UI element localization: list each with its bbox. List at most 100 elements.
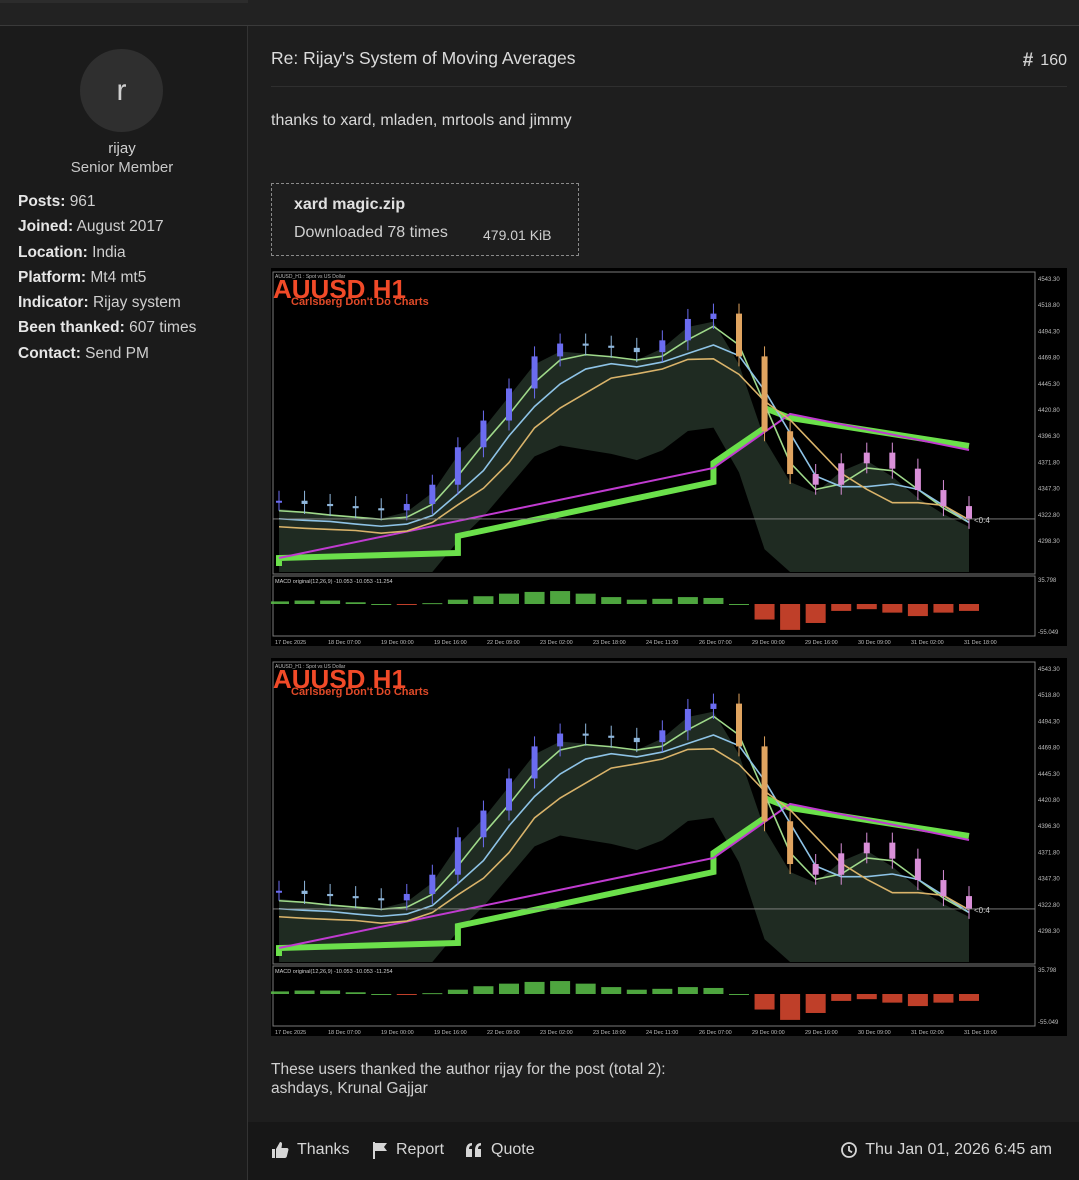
stat-contact: Contact: Send PM	[18, 343, 244, 368]
candle-body	[684, 318, 691, 341]
candle-body	[301, 890, 308, 894]
y-tick-label: 4298.30	[1038, 539, 1060, 545]
stat-value: August 2017	[76, 218, 164, 236]
candle-body	[327, 893, 334, 897]
macd-bar	[959, 604, 979, 611]
y-tick-label: 4347.30	[1038, 487, 1060, 493]
post-timestamp[interactable]: Thu Jan 01, 2026 6:45 am	[841, 1141, 1052, 1159]
macd-bar	[294, 990, 315, 994]
macd-bar	[345, 602, 366, 604]
macd-bar	[882, 604, 903, 613]
x-tick-label: 26 Dec 07:00	[699, 1030, 732, 1036]
post-title[interactable]: Re: Rijay's System of Moving Averages	[271, 48, 576, 69]
stat-posts: Posts: 961	[18, 191, 244, 216]
macd-bar	[780, 994, 801, 1020]
candle-body	[301, 500, 308, 504]
x-tick-label: 29 Dec 16:00	[805, 1030, 838, 1036]
candle-body	[710, 703, 717, 709]
report-label: Report	[396, 1141, 445, 1158]
author-username[interactable]: rijay	[0, 140, 244, 157]
thanks-label: Thanks	[297, 1141, 350, 1158]
post-footer: Thanks Report Quote Thu Jan 01, 2026 6:4…	[248, 1122, 1079, 1180]
stat-value: Mt4 mt5	[90, 268, 147, 286]
thanked-summary: These users thanked the author rijay for…	[271, 1061, 666, 1078]
thanked-names[interactable]: ashdays, Krunal Gajjar	[271, 1079, 666, 1098]
candle-body	[940, 490, 947, 507]
macd-bar	[524, 981, 545, 994]
candle-body	[608, 345, 615, 348]
attachment-filename[interactable]: xard magic.zip	[294, 196, 405, 214]
candle-body	[378, 898, 385, 901]
post-container: Re: Rijay's System of Moving Averages # …	[248, 26, 1079, 1180]
y-tick-label: 4298.30	[1038, 929, 1060, 935]
candle-body	[812, 864, 819, 875]
clock-icon	[841, 1142, 858, 1158]
stat-indicator: Indicator: Rijay system	[18, 292, 244, 317]
author-stats: Posts: 961 Joined: August 2017 Location:…	[18, 191, 244, 368]
macd-bar	[371, 604, 392, 605]
candle-body	[454, 447, 461, 485]
stat-platform: Platform: Mt4 mt5	[18, 267, 244, 292]
candle-body	[582, 343, 589, 346]
y-tick-label: 4396.30	[1038, 824, 1060, 830]
quote-button[interactable]: Quote	[465, 1141, 535, 1159]
attachment-size: 479.01 KiB	[483, 227, 552, 243]
stat-label: Been thanked:	[18, 319, 125, 337]
macd-bar	[729, 604, 749, 605]
chart-subtitle: Carlsberg Don't Do Charts	[291, 296, 429, 308]
report-button[interactable]: Report	[372, 1141, 444, 1159]
timestamp-text: Thu Jan 01, 2026 6:45 am	[865, 1141, 1052, 1158]
macd-bar	[473, 986, 494, 994]
candle-body	[429, 874, 436, 894]
macd-bar	[396, 604, 417, 605]
macd-bar	[831, 604, 852, 611]
x-tick-label: 29 Dec 16:00	[805, 640, 838, 646]
y-tick-label: 4322.80	[1038, 513, 1060, 519]
candle-body	[429, 484, 436, 504]
y-tick-label: 4494.30	[1038, 329, 1060, 335]
macd-label: MACD original(12,26,9) -10.053 -10.053 -…	[275, 579, 393, 585]
y-tick-label: 4371.80	[1038, 460, 1060, 466]
macd-bar	[805, 604, 826, 623]
post-number-link[interactable]: # 160	[1023, 50, 1067, 72]
candle-body	[480, 420, 487, 448]
stat-value[interactable]: 961	[70, 193, 96, 210]
candle-body	[966, 506, 972, 519]
macd-bar	[575, 983, 596, 994]
y-tick-label: 4543.30	[1038, 667, 1060, 673]
macd-label: MACD original(12,26,9) -10.053 -10.053 -…	[275, 969, 393, 975]
y-tick-label: 4322.80	[1038, 903, 1060, 909]
send-pm-link[interactable]: Send PM	[85, 345, 149, 362]
macd-bar	[447, 599, 468, 604]
avatar-letter: r	[116, 73, 127, 107]
candle-body	[454, 837, 461, 875]
macd-bar	[550, 591, 571, 604]
divider	[271, 86, 1067, 87]
candle-body	[352, 896, 359, 899]
macd-tick-label: -55.049	[1038, 630, 1059, 636]
macd-bar	[856, 994, 877, 1000]
macd-bar	[575, 593, 596, 604]
quote-label: Quote	[491, 1141, 535, 1158]
candle-body	[327, 503, 334, 507]
chart-image-1[interactable]: <0:4 4543.30 4518.80 4494.30 4469.80 4445.30 4…	[271, 268, 1067, 646]
macd-bar	[933, 604, 954, 613]
candle-body	[582, 733, 589, 736]
candle-body	[378, 508, 385, 511]
thanks-button[interactable]: Thanks	[271, 1141, 349, 1159]
macd-bar	[499, 593, 519, 604]
avatar[interactable]: r	[80, 49, 163, 132]
stat-thanked: Been thanked: 607 times	[18, 317, 244, 342]
macd-bar	[345, 992, 366, 994]
candle-body	[531, 356, 538, 389]
post-number: 160	[1040, 52, 1067, 69]
macd-bar	[499, 983, 519, 994]
candle-body	[838, 463, 845, 485]
stat-label: Location:	[18, 243, 88, 261]
x-tick-label: 29 Dec 00:00	[752, 1030, 785, 1036]
macd-bar	[626, 989, 647, 994]
chart-image-2[interactable]: <0:4 4543.30 4518.80 4494.30 4469.80 4445.30 4…	[271, 658, 1067, 1036]
macd-bar	[882, 994, 903, 1003]
x-tick-label: 17 Dec 2025	[275, 1030, 306, 1036]
x-tick-label: 23 Dec 18:00	[593, 1030, 626, 1036]
